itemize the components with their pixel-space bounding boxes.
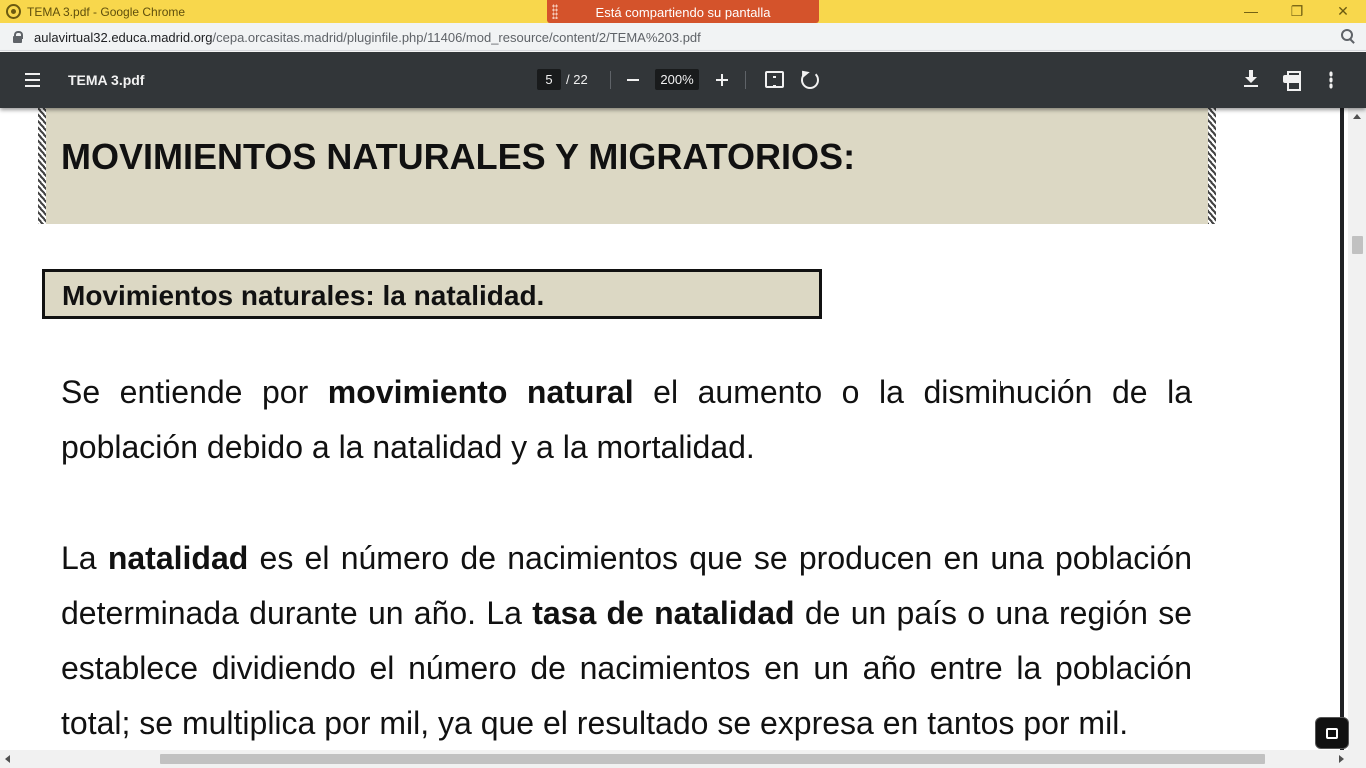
exit-fullscreen-button[interactable]	[1315, 717, 1349, 749]
scroll-up-icon[interactable]	[1353, 114, 1361, 119]
more-icon[interactable]	[1329, 71, 1333, 89]
chrome-icon	[6, 4, 21, 19]
fit-page-icon[interactable]	[765, 71, 784, 88]
text-cursor	[1000, 381, 1006, 397]
exit-fullscreen-icon	[1326, 728, 1338, 739]
sub-heading-box: Movimientos naturales: la natalidad.	[42, 269, 822, 319]
paragraph-movimiento-natural: Se entiende por movimiento natural el au…	[61, 365, 1192, 475]
bold-term: natalidad	[107, 540, 249, 576]
scroll-left-icon[interactable]	[5, 755, 10, 763]
bold-term: movimiento natural	[327, 374, 634, 410]
restore-button[interactable]: ❐	[1274, 0, 1320, 23]
pdf-toolbar: TEMA 3.pdf 5 / 22 200%	[0, 52, 1366, 108]
bold-term: tasa de natalidad	[532, 595, 795, 631]
main-heading: MOVIMIENTOS NATURALES Y MIGRATORIOS:	[61, 136, 856, 177]
paragraph-natalidad: La natalidad es el número de nacimientos…	[61, 531, 1192, 750]
window-title-bar: TEMA 3.pdf - Google Chrome Está comparti…	[0, 0, 1366, 23]
pdf-page: MOVIMIENTOS NATURALES Y MIGRATORIOS: Mov…	[0, 108, 1340, 750]
document-title: TEMA 3.pdf	[68, 72, 145, 88]
url-host: aulavirtual32.educa.madrid.org	[34, 30, 213, 45]
toolbar-divider	[610, 71, 611, 89]
rotate-icon[interactable]	[801, 71, 819, 89]
print-icon[interactable]	[1283, 71, 1301, 91]
screen-share-text: Está compartiendo su pantalla	[595, 5, 771, 20]
address-bar[interactable]: aulavirtual32.educa.madrid.org/cepa.orca…	[0, 23, 1366, 51]
vertical-scrollbar[interactable]	[1348, 108, 1366, 750]
zoom-in-icon[interactable]	[710, 68, 734, 92]
sub-heading: Movimientos naturales: la natalidad.	[62, 280, 545, 311]
vertical-scroll-thumb[interactable]	[1352, 236, 1363, 254]
screen-share-banner[interactable]: Está compartiendo su pantalla	[547, 0, 819, 23]
scroll-right-icon[interactable]	[1339, 755, 1344, 763]
url-text[interactable]: aulavirtual32.educa.madrid.org/cepa.orca…	[34, 30, 701, 45]
close-button[interactable]: ✕	[1320, 0, 1366, 23]
pdf-viewer[interactable]: MOVIMIENTOS NATURALES Y MIGRATORIOS: Mov…	[0, 108, 1366, 750]
minimize-button[interactable]: —	[1228, 0, 1274, 23]
menu-icon[interactable]	[22, 70, 46, 90]
page-number-input[interactable]: 5	[537, 69, 561, 90]
horizontal-scroll-thumb[interactable]	[160, 754, 1265, 764]
lock-icon[interactable]	[13, 31, 23, 43]
horizontal-scrollbar[interactable]	[0, 750, 1366, 768]
text-run: La	[61, 540, 108, 576]
zoom-icon[interactable]	[1341, 29, 1355, 43]
page-border	[1340, 108, 1344, 750]
page-total: / 22	[566, 72, 588, 87]
toolbar-divider	[745, 71, 746, 89]
window-title: TEMA 3.pdf - Google Chrome	[27, 5, 186, 19]
zoom-input[interactable]: 200%	[655, 69, 699, 90]
url-path: /cepa.orcasitas.madrid/pluginfile.php/11…	[212, 30, 701, 45]
zoom-out-icon[interactable]	[621, 68, 645, 92]
text-run: Se entiende por	[61, 374, 328, 410]
download-icon[interactable]	[1243, 69, 1259, 89]
